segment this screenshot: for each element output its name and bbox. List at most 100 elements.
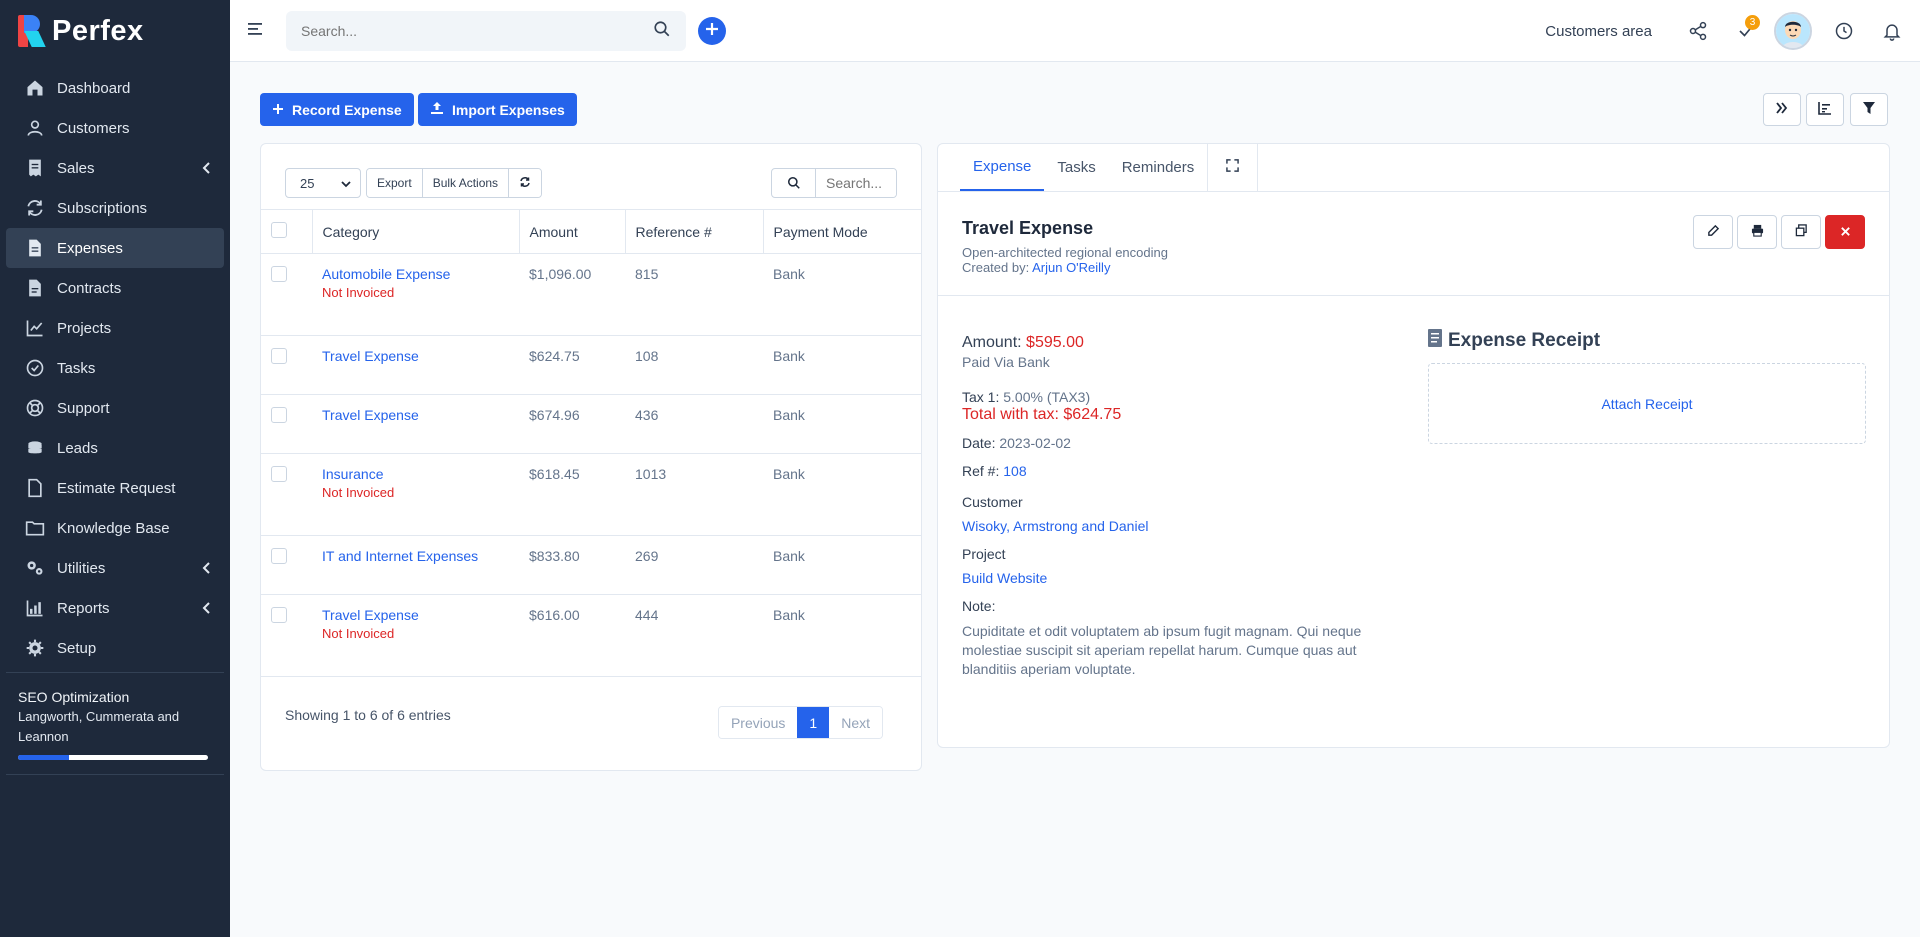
table-search[interactable] [771,168,897,198]
sidebar-item-reports[interactable]: Reports [6,588,224,628]
row-checkbox[interactable] [271,348,287,364]
column-header-amount[interactable]: Amount [519,209,626,254]
attach-receipt-link[interactable]: Attach Receipt [1601,396,1692,412]
user-icon [24,117,46,139]
sidebar-item-label: Tasks [57,359,96,377]
table-row[interactable]: IT and Internet Expenses $833.80 269 Ban… [261,535,921,595]
sidebar-item-expenses[interactable]: Expenses [6,228,224,268]
stats-button[interactable] [1806,93,1844,126]
sidebar-item-utilities[interactable]: Utilities [6,548,224,588]
customer-label: Customer [962,494,1023,510]
amount-cell: $1,096.00 [519,253,625,336]
fullscreen-toggle[interactable] [1207,144,1259,191]
logo[interactable]: Perfex [0,0,230,62]
table-search-input[interactable] [816,169,896,197]
sidebar-item-subscriptions[interactable]: Subscriptions [6,188,224,228]
category-link[interactable]: Travel Expense [322,607,509,623]
table-actions-group: Export Bulk Actions [366,168,543,198]
row-checkbox[interactable] [271,466,287,482]
sidebar-item-support[interactable]: Support [6,388,224,428]
row-checkbox[interactable] [271,266,287,282]
row-checkbox[interactable] [271,407,287,423]
customer-link[interactable]: Wisoky, Armstrong and Daniel [962,518,1392,534]
total-label: Total with tax: [962,406,1059,423]
category-link[interactable]: Travel Expense [322,348,509,364]
menu-toggle-icon[interactable] [248,22,266,40]
copy-button[interactable] [1781,215,1821,249]
column-header-reference[interactable]: Reference # [625,209,764,254]
import-expenses-button[interactable]: Import Expenses [418,93,577,126]
row-checkbox[interactable] [271,548,287,564]
filter-button[interactable] [1850,93,1888,126]
receipt-title: Expense Receipt [1448,330,1601,351]
category-link[interactable]: Travel Expense [322,407,509,423]
toggle-panel-button[interactable] [1763,93,1801,126]
tab-reminders[interactable]: Reminders [1109,144,1208,191]
column-header-category[interactable]: Category [312,209,520,254]
share-icon[interactable] [1678,11,1718,51]
tab-tasks[interactable]: Tasks [1044,144,1108,191]
chevron-down-icon [341,176,351,191]
print-button[interactable] [1737,215,1777,249]
sidebar-project[interactable]: SEO Optimization Langworth, Cummerata an… [0,677,230,770]
sidebar-item-label: Knowledge Base [57,519,170,537]
project-link[interactable]: Build Website [962,570,1392,586]
customers-area-link[interactable]: Customers area [1545,23,1652,40]
created-by-link[interactable]: Arjun O'Reilly [1032,260,1110,275]
clock-icon[interactable] [1824,11,1864,51]
global-search[interactable] [286,10,686,51]
tab-expense[interactable]: Expense [960,144,1045,191]
export-button[interactable]: Export [367,169,423,197]
total-value: $624.75 [1063,406,1122,423]
sidebar-item-tasks[interactable]: Tasks [6,348,224,388]
row-checkbox[interactable] [271,607,287,623]
bell-icon[interactable] [1872,11,1912,51]
record-expense-button[interactable]: Record Expense [260,93,414,126]
category-link[interactable]: Insurance [322,466,509,482]
table-row[interactable]: Travel Expense Not Invoiced $616.00 444 B… [261,594,921,677]
file-text-icon [24,237,46,259]
expense-detail-card: Expense Tasks Reminders Travel Expense O… [937,143,1890,748]
avatar[interactable] [1774,12,1812,50]
pagination-page[interactable]: 1 [797,707,830,738]
sidebar-item-dashboard[interactable]: Dashboard [6,68,224,108]
sidebar-item-contracts[interactable]: Contracts [6,268,224,308]
date-label: Date: [962,435,996,451]
quick-create-button[interactable] [698,16,726,45]
bulk-actions-button[interactable]: Bulk Actions [422,169,510,197]
delete-button[interactable] [1825,215,1865,249]
sidebar-item-estimate-request[interactable]: Estimate Request [6,468,224,508]
select-all-checkbox[interactable] [271,222,287,238]
pagination-previous[interactable]: Previous [718,707,798,738]
category-link[interactable]: Automobile Expense [322,266,509,282]
note-label: Note: [962,598,996,614]
sidebar-item-setup[interactable]: Setup [6,628,224,668]
sidebar-item-label: Customers [57,119,130,137]
receipt-dropzone[interactable]: Attach Receipt [1428,363,1866,444]
home-icon [24,77,46,99]
table-row[interactable]: Insurance Not Invoiced $618.45 1013 Bank [261,453,921,536]
tasks-check-icon[interactable]: 3 [1726,11,1766,51]
sidebar-item-customers[interactable]: Customers [6,108,224,148]
table-row[interactable]: Travel Expense $674.96 436 Bank [261,394,921,454]
search-icon[interactable] [653,20,671,42]
sidebar-item-sales[interactable]: Sales [6,148,224,188]
sidebar-item-leads[interactable]: Leads [6,428,224,468]
bar-chart-icon [1818,101,1832,119]
chevron-left-icon [202,601,212,618]
column-header-payment-mode[interactable]: Payment Mode [763,210,921,254]
global-search-input[interactable] [301,22,653,39]
table-row[interactable]: Automobile Expense Not Invoiced $1,096.00… [261,253,921,336]
category-link[interactable]: IT and Internet Expenses [322,548,509,564]
sidebar-item-knowledge-base[interactable]: Knowledge Base [6,508,224,548]
reload-button[interactable] [509,169,542,197]
ref-value[interactable]: 108 [1003,463,1026,479]
refresh-icon [519,176,531,191]
plus-icon [705,22,719,40]
page-size-select[interactable]: 25 [285,168,361,198]
edit-button[interactable] [1693,215,1733,249]
pagination-next[interactable]: Next [829,707,882,738]
sidebar-item-projects[interactable]: Projects [6,308,224,348]
table-row[interactable]: Travel Expense $624.75 108 Bank [261,335,921,395]
expense-details: Amount: $595.00 Paid Via Bank Tax 1: 5.0… [962,334,1392,679]
